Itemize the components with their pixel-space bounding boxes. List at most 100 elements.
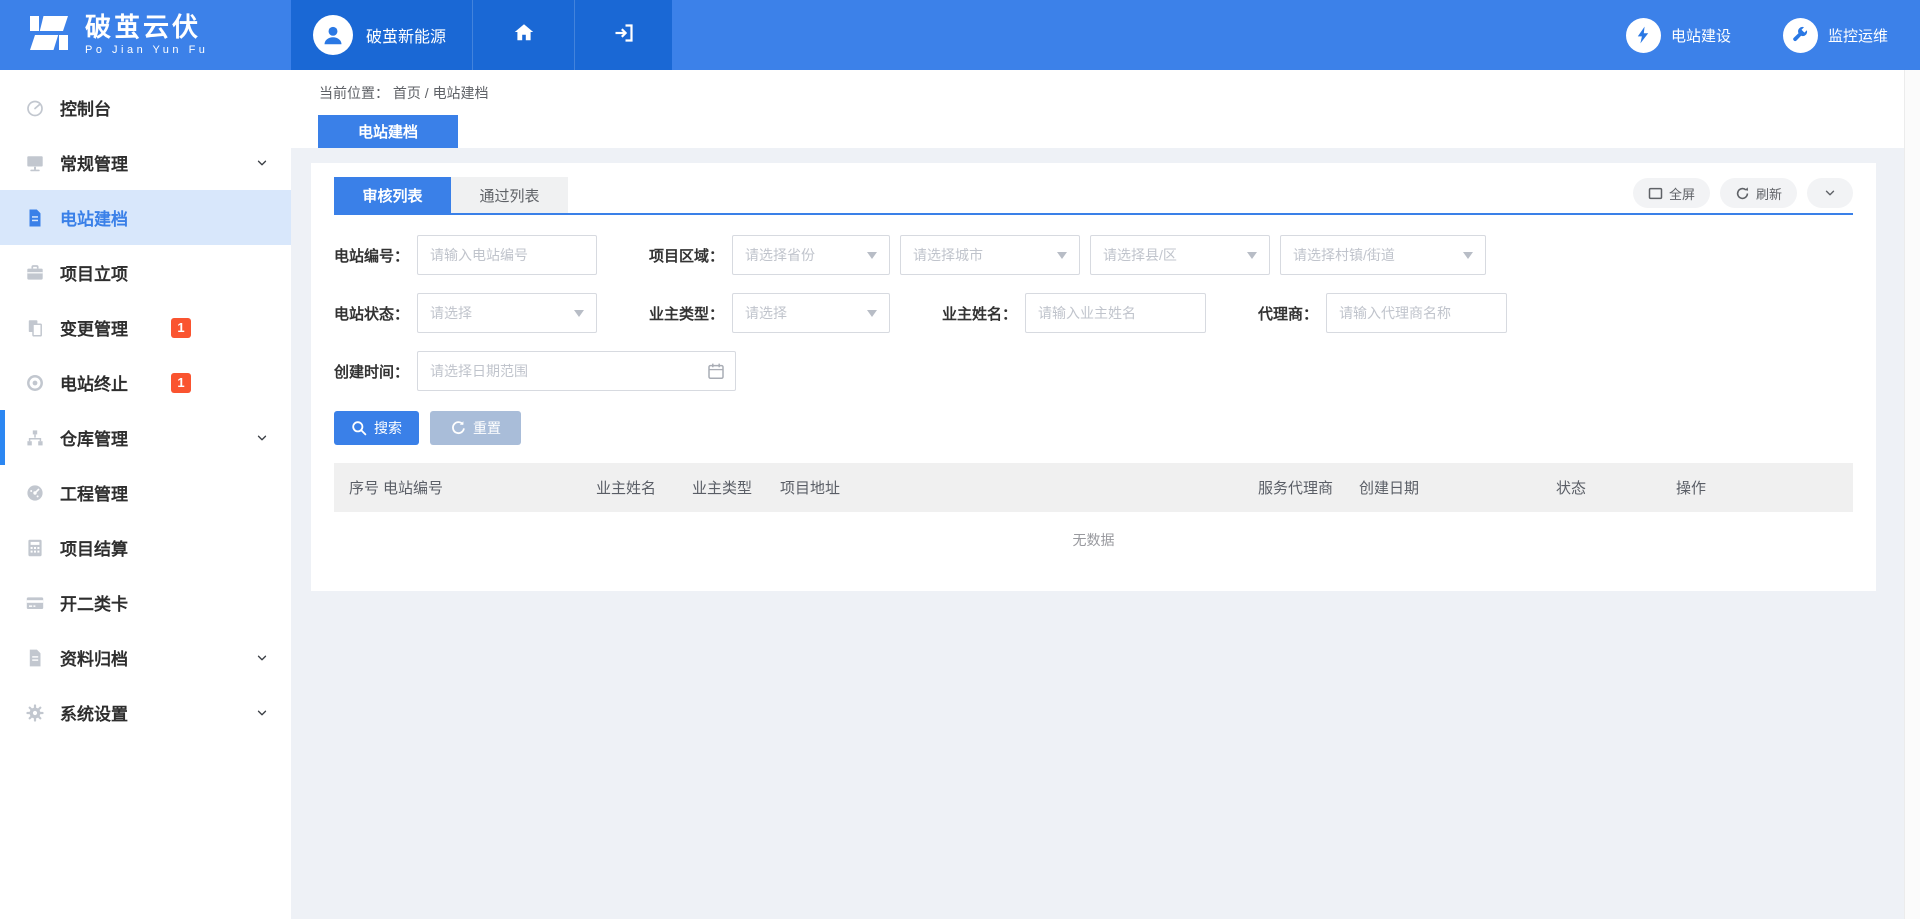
main-content: 当前位置： 首页 / 电站建档 电站建档 审核列表 通过列表 全屏 [291,70,1920,919]
sidebar-item-warehouse-mgmt[interactable]: 仓库管理 [0,410,291,465]
sidebar-item-project-initiation[interactable]: 项目立项 [0,245,291,300]
nav-label: 电站建设 [1671,25,1731,46]
lightning-icon [1626,18,1661,53]
archive-icon [25,648,45,668]
sidebar-item-label: 项目立项 [60,260,128,285]
sidebar-item-station-termination[interactable]: 电站终止 1 [0,355,291,410]
sidebar-item-label: 控制台 [60,95,111,120]
document-icon [25,208,45,228]
page-tab-station-archive[interactable]: 电站建档 [318,115,458,148]
date-range-picker[interactable] [417,351,736,391]
agent-input[interactable] [1326,293,1507,333]
county-select[interactable]: 请选择县/区 [1090,235,1270,275]
sidebar-item-data-archive[interactable]: 资料归档 [0,630,291,685]
sidebar-item-label: 资料归档 [60,645,128,670]
breadcrumb-separator: / [425,85,429,101]
header-right-nav: 电站建设 监控运维 [672,0,1920,70]
header-middle: 破茧新能源 [291,0,672,70]
notification-badge: 1 [171,373,191,393]
sidebar-item-console[interactable]: 控制台 [0,80,291,135]
tab-review-list[interactable]: 审核列表 [334,177,451,213]
col-owner-type: 业主类型 [692,477,780,498]
sidebar-item-system-settings[interactable]: 系统设置 [0,685,291,740]
brand-subtitle: Po Jian Yun Fu [85,44,208,56]
sidebar-item-label: 电站建档 [60,205,128,230]
calculator-icon [25,538,45,558]
fullscreen-label: 全屏 [1669,184,1695,203]
sidebar-item-engineering-mgmt[interactable]: 工程管理 [0,465,291,520]
col-operation: 操作 [1676,477,1853,498]
logout-button[interactable] [574,0,672,70]
sidebar-item-label: 变更管理 [60,315,128,340]
breadcrumb-home-link[interactable]: 首页 [393,85,421,101]
village-select[interactable]: 请选择村镇/街道 [1280,235,1486,275]
field-owner-name: 业主姓名： [942,293,1206,333]
user-menu[interactable]: 破茧新能源 [291,0,472,70]
notification-badge: 1 [171,318,191,338]
collapse-button[interactable] [1807,178,1853,208]
field-station-no: 电站编号： [334,235,597,275]
user-avatar-icon [313,15,353,55]
chevron-down-icon [255,431,269,445]
city-select[interactable]: 请选择城市 [900,235,1080,275]
sidebar-item-project-settlement[interactable]: 项目结算 [0,520,291,575]
content-panel: 审核列表 通过列表 全屏 刷新 [311,163,1876,591]
target-icon [25,373,45,393]
search-button[interactable]: 搜索 [334,411,419,445]
owner-name-label: 业主姓名： [942,303,1017,324]
tab-approved-list[interactable]: 通过列表 [451,177,568,213]
monitor-icon [25,153,45,173]
sidebar-item-label: 电站终止 [60,370,128,395]
select-placeholder: 请选择县/区 [1103,245,1177,265]
home-button[interactable] [472,0,574,70]
refresh-button[interactable]: 刷新 [1720,178,1797,208]
created-time-label: 创建时间： [334,361,409,382]
sign-in-icon [612,21,636,50]
chevron-down-icon [255,706,269,720]
field-region: 项目区域： 请选择省份 请选择城市 请选择县/区 [649,235,1486,275]
field-station-status: 电站状态： 请选择 [334,293,597,333]
owner-type-select[interactable]: 请选择 [732,293,890,333]
station-status-label: 电站状态： [334,303,409,324]
sidebar: 控制台 常规管理 电站建档 [0,70,291,919]
col-service-agent: 服务代理商 [1258,477,1359,498]
panel-toolbar: 全屏 刷新 [1633,178,1853,212]
gauge-icon [25,483,45,503]
brand: 破茧云伏 Po Jian Yun Fu [0,0,291,70]
owner-name-input[interactable] [1025,293,1206,333]
calendar-icon [707,362,725,380]
briefcase-icon [25,263,45,283]
col-project-address: 项目地址 [780,477,1258,498]
nav-station-construction[interactable]: 电站建设 [1626,18,1731,53]
sitemap-icon [25,428,45,448]
filter-row-2: 电站状态： 请选择 业主类型： 请选择 业主 [334,293,1853,333]
sidebar-item-change-mgmt[interactable]: 变更管理 1 [0,300,291,355]
province-select[interactable]: 请选择省份 [732,235,890,275]
brand-logo-icon [26,13,72,58]
station-no-label: 电站编号： [334,245,409,266]
nav-monitoring-ops[interactable]: 监控运维 [1783,18,1888,53]
breadcrumb-label: 当前位置： [319,85,389,101]
date-range-input[interactable] [417,351,736,391]
reset-button[interactable]: 重置 [430,411,521,445]
sidebar-item-station-archive[interactable]: 电站建档 [0,190,291,245]
reset-icon [450,420,466,436]
app-root: 破茧云伏 Po Jian Yun Fu 破茧新能源 [0,0,1920,919]
filter-row-1: 电站编号： 项目区域： 请选择省份 请选择城市 [334,235,1853,275]
col-created-date: 创建日期 [1359,477,1556,498]
sidebar-item-label: 系统设置 [60,700,128,725]
fullscreen-icon [1648,186,1663,201]
sidebar-item-open-type2-card[interactable]: 开二类卡 [0,575,291,630]
field-agent: 代理商： [1258,293,1507,333]
scrollbar-track[interactable] [1904,70,1920,919]
card-icon [25,593,45,613]
sidebar-item-general-mgmt[interactable]: 常规管理 [0,135,291,190]
col-serial: 序号 [349,477,383,498]
results-table: 序号 电站编号 业主姓名 业主类型 项目地址 服务代理商 创建日期 状态 操作 … [334,463,1853,567]
caret-down-icon [867,252,877,264]
filter-row-3: 创建时间： [334,351,1853,391]
caret-down-icon [867,310,877,322]
station-status-select[interactable]: 请选择 [417,293,597,333]
station-no-input[interactable] [417,235,597,275]
fullscreen-button[interactable]: 全屏 [1633,178,1710,208]
